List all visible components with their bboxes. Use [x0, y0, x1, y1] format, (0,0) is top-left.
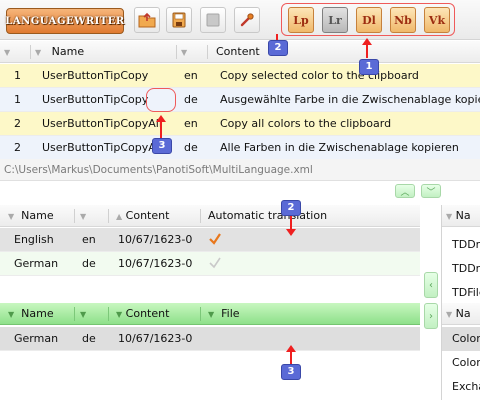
callout-badge: 3 [281, 364, 301, 380]
callout-arrows [156, 34, 372, 364]
language-writer-window: LANGUAGEWRITER Lp Lr Dl Nb Vk ▼ ▼ Name ▼… [0, 0, 480, 400]
callout-badge: 2 [281, 200, 301, 216]
callout-badge: 3 [152, 138, 172, 154]
callout-badge: 2 [268, 40, 288, 56]
callout-badge: 1 [359, 59, 379, 75]
